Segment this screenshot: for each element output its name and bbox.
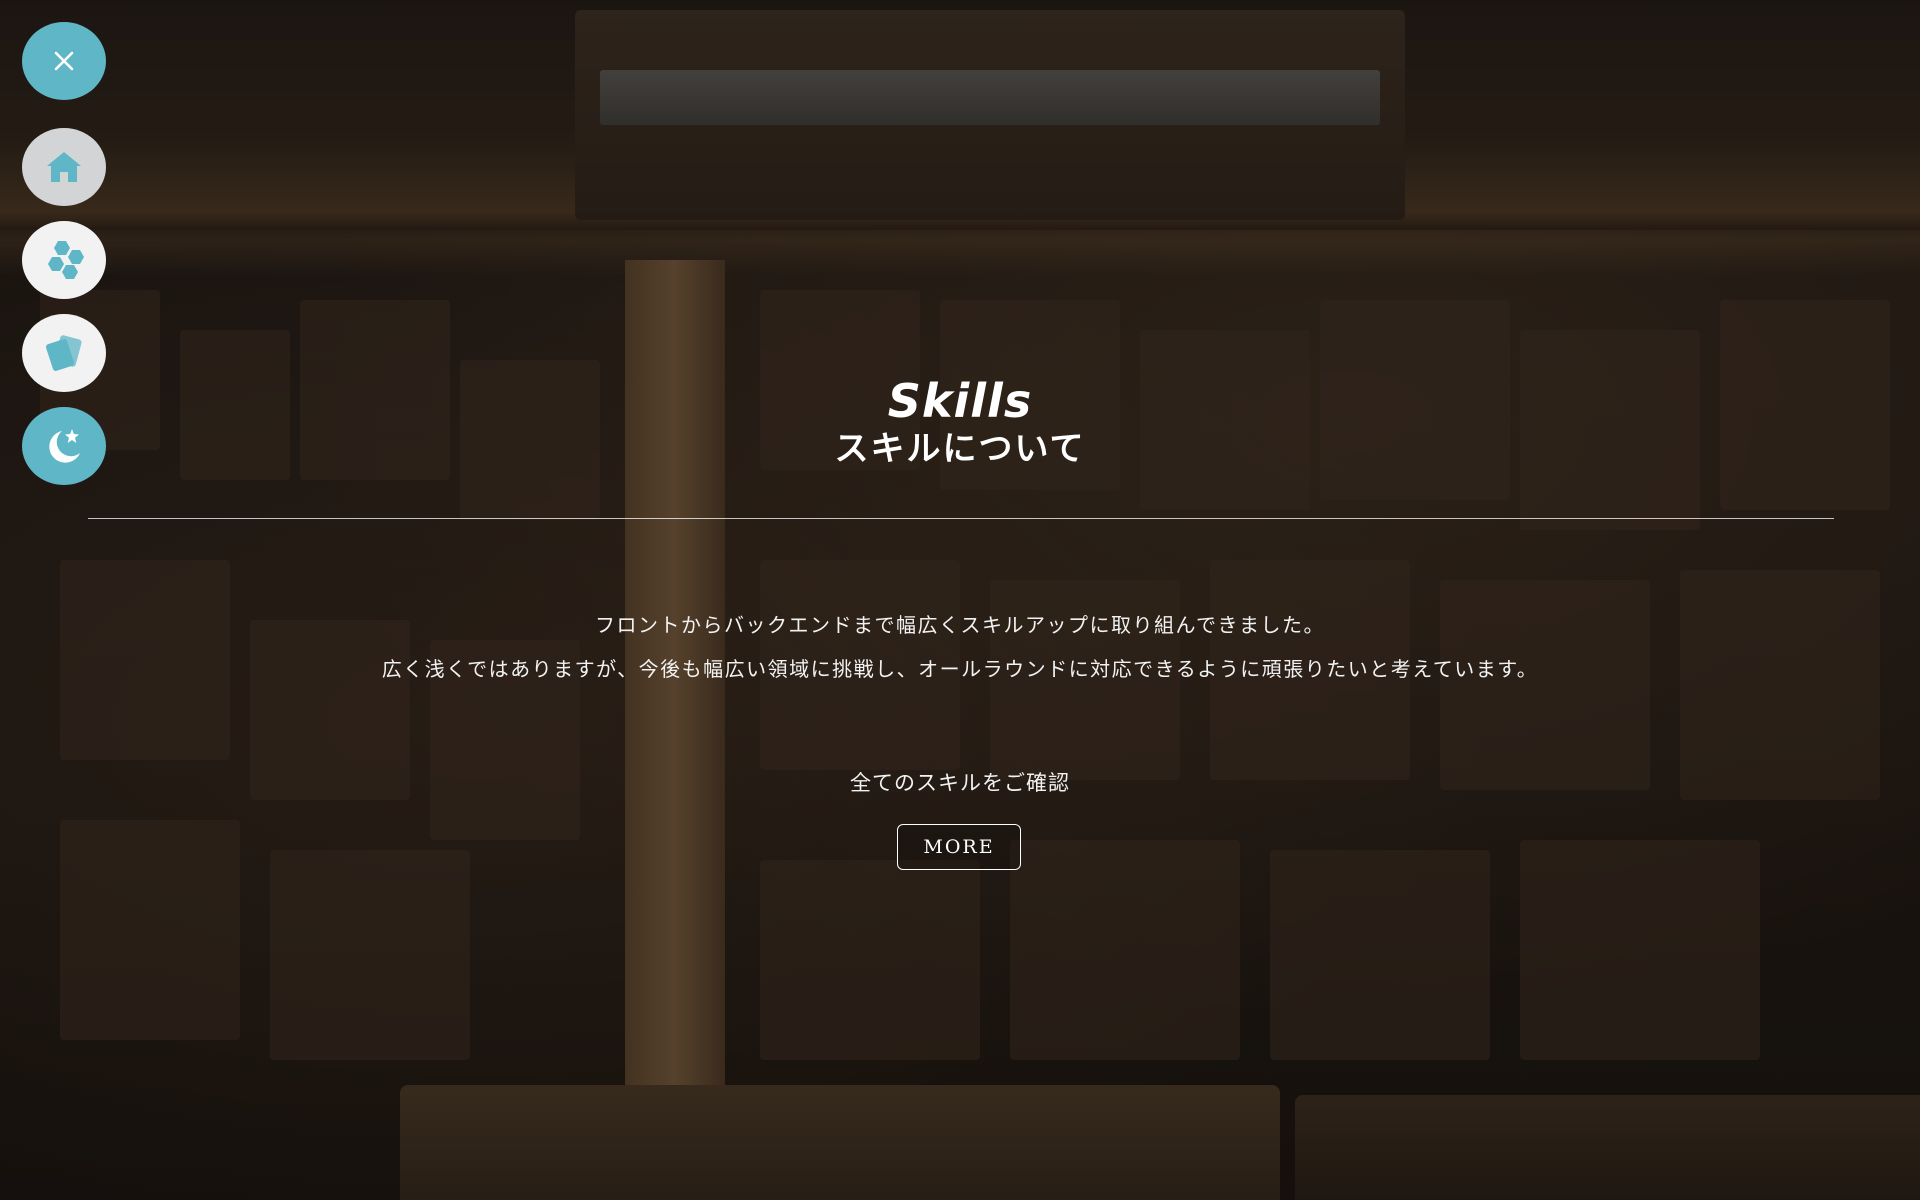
page: Skills スキルについて フロントからバックエンドまで幅広くスキルアップに取… xyxy=(0,0,1920,1200)
section-title-ja: スキルについて xyxy=(834,429,1086,469)
section-title-en: Skills xyxy=(887,374,1033,428)
skills-section: Skills スキルについて フロントからバックエンドまで幅広くスキルアップに取… xyxy=(0,0,1920,1200)
more-button[interactable]: MORE xyxy=(897,824,1021,870)
description-line: 広く浅くではありますが、今後も幅広い領域に挑戦し、オールラウンドに対応できるよう… xyxy=(381,657,1539,681)
see-all-skills-text: 全てのスキルをご確認 xyxy=(850,771,1070,795)
description-line: フロントからバックエンドまで幅広くスキルアップに取り組んできました。 xyxy=(595,613,1325,637)
section-divider xyxy=(88,518,1834,519)
